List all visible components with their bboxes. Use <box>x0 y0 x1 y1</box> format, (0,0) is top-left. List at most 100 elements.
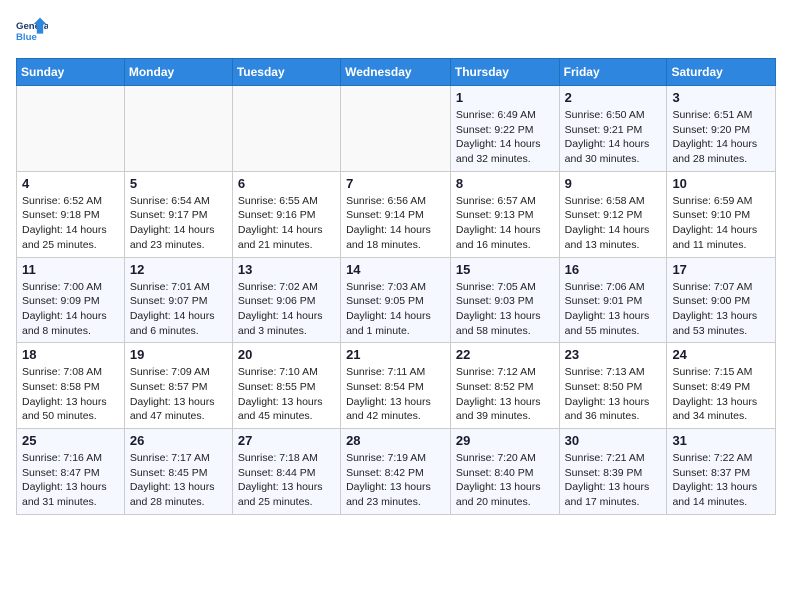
week-row-4: 18 Sunrise: 7:08 AM Sunset: 8:58 PM Dayli… <box>17 343 776 429</box>
day-info: Sunrise: 7:15 AM Sunset: 8:49 PM Dayligh… <box>672 365 770 424</box>
day-info: Sunrise: 6:57 AM Sunset: 9:13 PM Dayligh… <box>456 194 554 253</box>
day-info: Sunrise: 7:10 AM Sunset: 8:55 PM Dayligh… <box>238 365 335 424</box>
svg-text:Blue: Blue <box>16 32 37 43</box>
day-number: 5 <box>130 176 227 191</box>
weekday-header-thursday: Thursday <box>450 59 559 86</box>
day-cell: 15 Sunrise: 7:05 AM Sunset: 9:03 PM Dayli… <box>450 257 559 343</box>
logo-icon: GeneralBlue <box>16 16 48 48</box>
day-number: 7 <box>346 176 445 191</box>
day-cell: 5 Sunrise: 6:54 AM Sunset: 9:17 PM Daylig… <box>124 171 232 257</box>
day-cell: 25Sunrise: 7:16 AM Sunset: 8:47 PM Dayli… <box>17 429 125 515</box>
day-info: Sunrise: 6:49 AM Sunset: 9:22 PM Dayligh… <box>456 108 554 167</box>
day-number: 6 <box>238 176 335 191</box>
day-info: Sunrise: 7:01 AM Sunset: 9:07 PM Dayligh… <box>130 280 227 339</box>
day-info: Sunrise: 6:56 AM Sunset: 9:14 PM Dayligh… <box>346 194 445 253</box>
day-cell: 21 Sunrise: 7:11 AM Sunset: 8:54 PM Dayli… <box>341 343 451 429</box>
day-info: Sunrise: 7:03 AM Sunset: 9:05 PM Dayligh… <box>346 280 445 339</box>
day-number: 12 <box>130 262 227 277</box>
day-number: 19 <box>130 347 227 362</box>
day-cell: 4 Sunrise: 6:52 AM Sunset: 9:18 PM Daylig… <box>17 171 125 257</box>
day-cell <box>17 86 125 172</box>
day-cell: 3 Sunrise: 6:51 AM Sunset: 9:20 PM Daylig… <box>667 86 776 172</box>
day-info: Sunrise: 6:55 AM Sunset: 9:16 PM Dayligh… <box>238 194 335 253</box>
day-number: 15 <box>456 262 554 277</box>
day-number: 17 <box>672 262 770 277</box>
day-number: 3 <box>672 90 770 105</box>
day-cell: 19Sunrise: 7:09 AM Sunset: 8:57 PM Dayli… <box>124 343 232 429</box>
page-header: GeneralBlue <box>16 16 776 48</box>
weekday-header-tuesday: Tuesday <box>232 59 340 86</box>
day-cell: 1 Sunrise: 6:49 AM Sunset: 9:22 PM Daylig… <box>450 86 559 172</box>
logo: GeneralBlue <box>16 16 48 48</box>
day-info: Sunrise: 7:11 AM Sunset: 8:54 PM Dayligh… <box>346 365 445 424</box>
day-cell: 29 Sunrise: 7:20 AM Sunset: 8:40 PM Dayli… <box>450 429 559 515</box>
day-number: 11 <box>22 262 119 277</box>
day-number: 27 <box>238 433 335 448</box>
day-cell: 31Sunrise: 7:22 AM Sunset: 8:37 PM Dayli… <box>667 429 776 515</box>
day-cell: 2Sunrise: 6:50 AM Sunset: 9:21 PM Daylig… <box>559 86 667 172</box>
day-cell: 20Sunrise: 7:10 AM Sunset: 8:55 PM Dayli… <box>232 343 340 429</box>
day-number: 29 <box>456 433 554 448</box>
weekday-header-friday: Friday <box>559 59 667 86</box>
day-number: 21 <box>346 347 445 362</box>
day-cell: 22 Sunrise: 7:12 AM Sunset: 8:52 PM Dayli… <box>450 343 559 429</box>
week-row-5: 25Sunrise: 7:16 AM Sunset: 8:47 PM Dayli… <box>17 429 776 515</box>
day-info: Sunrise: 7:06 AM Sunset: 9:01 PM Dayligh… <box>565 280 662 339</box>
day-cell: 14Sunrise: 7:03 AM Sunset: 9:05 PM Dayli… <box>341 257 451 343</box>
day-info: Sunrise: 7:08 AM Sunset: 8:58 PM Dayligh… <box>22 365 119 424</box>
week-row-1: 1 Sunrise: 6:49 AM Sunset: 9:22 PM Daylig… <box>17 86 776 172</box>
week-row-2: 4 Sunrise: 6:52 AM Sunset: 9:18 PM Daylig… <box>17 171 776 257</box>
day-number: 22 <box>456 347 554 362</box>
day-number: 10 <box>672 176 770 191</box>
day-number: 24 <box>672 347 770 362</box>
day-number: 26 <box>130 433 227 448</box>
day-info: Sunrise: 7:17 AM Sunset: 8:45 PM Dayligh… <box>130 451 227 510</box>
day-info: Sunrise: 7:07 AM Sunset: 9:00 PM Dayligh… <box>672 280 770 339</box>
day-info: Sunrise: 6:51 AM Sunset: 9:20 PM Dayligh… <box>672 108 770 167</box>
day-info: Sunrise: 7:18 AM Sunset: 8:44 PM Dayligh… <box>238 451 335 510</box>
weekday-header-wednesday: Wednesday <box>341 59 451 86</box>
day-info: Sunrise: 7:12 AM Sunset: 8:52 PM Dayligh… <box>456 365 554 424</box>
day-number: 23 <box>565 347 662 362</box>
day-cell: 23Sunrise: 7:13 AM Sunset: 8:50 PM Dayli… <box>559 343 667 429</box>
day-info: Sunrise: 7:19 AM Sunset: 8:42 PM Dayligh… <box>346 451 445 510</box>
day-cell: 17 Sunrise: 7:07 AM Sunset: 9:00 PM Dayli… <box>667 257 776 343</box>
day-info: Sunrise: 7:00 AM Sunset: 9:09 PM Dayligh… <box>22 280 119 339</box>
day-cell <box>341 86 451 172</box>
day-cell: 13 Sunrise: 7:02 AM Sunset: 9:06 PM Dayli… <box>232 257 340 343</box>
day-cell: 27 Sunrise: 7:18 AM Sunset: 8:44 PM Dayli… <box>232 429 340 515</box>
day-info: Sunrise: 6:58 AM Sunset: 9:12 PM Dayligh… <box>565 194 662 253</box>
day-number: 30 <box>565 433 662 448</box>
weekday-header-sunday: Sunday <box>17 59 125 86</box>
day-number: 28 <box>346 433 445 448</box>
day-cell: 7 Sunrise: 6:56 AM Sunset: 9:14 PM Daylig… <box>341 171 451 257</box>
week-row-3: 11 Sunrise: 7:00 AM Sunset: 9:09 PM Dayli… <box>17 257 776 343</box>
day-info: Sunrise: 6:54 AM Sunset: 9:17 PM Dayligh… <box>130 194 227 253</box>
day-number: 1 <box>456 90 554 105</box>
weekday-header-saturday: Saturday <box>667 59 776 86</box>
day-cell: 9Sunrise: 6:58 AM Sunset: 9:12 PM Daylig… <box>559 171 667 257</box>
day-cell: 26 Sunrise: 7:17 AM Sunset: 8:45 PM Dayli… <box>124 429 232 515</box>
calendar-table: SundayMondayTuesdayWednesdayThursdayFrid… <box>16 58 776 515</box>
day-number: 13 <box>238 262 335 277</box>
day-cell: 6 Sunrise: 6:55 AM Sunset: 9:16 PM Daylig… <box>232 171 340 257</box>
day-number: 4 <box>22 176 119 191</box>
day-info: Sunrise: 7:16 AM Sunset: 8:47 PM Dayligh… <box>22 451 119 510</box>
day-info: Sunrise: 7:20 AM Sunset: 8:40 PM Dayligh… <box>456 451 554 510</box>
day-cell: 8 Sunrise: 6:57 AM Sunset: 9:13 PM Daylig… <box>450 171 559 257</box>
day-cell: 10Sunrise: 6:59 AM Sunset: 9:10 PM Dayli… <box>667 171 776 257</box>
day-info: Sunrise: 7:02 AM Sunset: 9:06 PM Dayligh… <box>238 280 335 339</box>
day-number: 16 <box>565 262 662 277</box>
day-number: 8 <box>456 176 554 191</box>
day-cell <box>124 86 232 172</box>
day-number: 31 <box>672 433 770 448</box>
day-info: Sunrise: 6:52 AM Sunset: 9:18 PM Dayligh… <box>22 194 119 253</box>
day-number: 18 <box>22 347 119 362</box>
day-cell: 24 Sunrise: 7:15 AM Sunset: 8:49 PM Dayli… <box>667 343 776 429</box>
weekday-header-row: SundayMondayTuesdayWednesdayThursdayFrid… <box>17 59 776 86</box>
day-info: Sunrise: 7:05 AM Sunset: 9:03 PM Dayligh… <box>456 280 554 339</box>
day-info: Sunrise: 7:21 AM Sunset: 8:39 PM Dayligh… <box>565 451 662 510</box>
day-info: Sunrise: 6:50 AM Sunset: 9:21 PM Dayligh… <box>565 108 662 167</box>
day-cell <box>232 86 340 172</box>
day-cell: 12 Sunrise: 7:01 AM Sunset: 9:07 PM Dayli… <box>124 257 232 343</box>
